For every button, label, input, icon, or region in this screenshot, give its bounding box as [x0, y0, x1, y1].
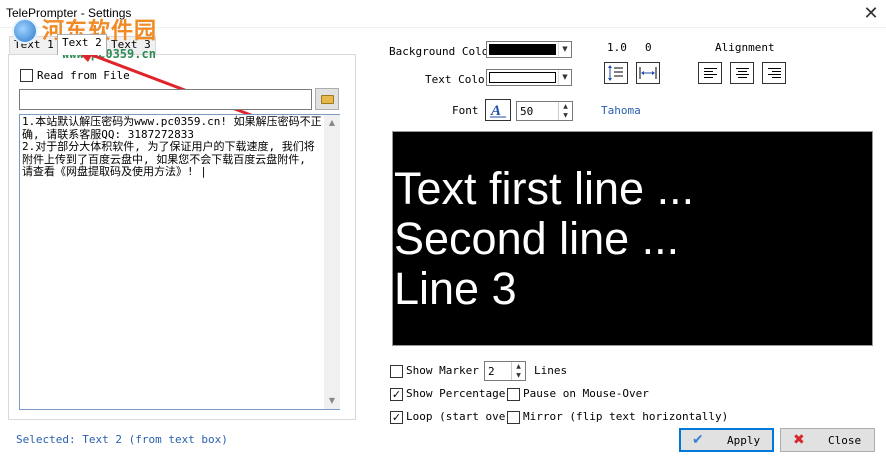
- script-text-content[interactable]: 1.本站默认解压密码为www.pc0359.cn! 如果解压密码不正确, 请联系…: [22, 115, 322, 179]
- script-text-area[interactable]: 1.本站默认解压密码为www.pc0359.cn! 如果解压密码不正确, 请联系…: [19, 114, 340, 410]
- line-spacing-icon: [608, 65, 623, 81]
- font-size-stepper[interactable]: 50 ▲ ▼: [516, 101, 573, 121]
- preview-line: Line 3: [394, 263, 517, 314]
- font-picker-button[interactable]: A: [485, 99, 511, 121]
- apply-label: Apply: [727, 434, 761, 447]
- align-center-button[interactable]: [730, 62, 754, 84]
- font-label: Font: [452, 104, 479, 117]
- background-color-picker[interactable]: ▼: [486, 41, 572, 58]
- line-spacing-button[interactable]: [604, 62, 628, 84]
- align-left-button[interactable]: [698, 62, 722, 84]
- read-from-file-checkbox[interactable]: [20, 69, 33, 82]
- red-x-icon: ✖: [793, 432, 805, 448]
- close-label: Close: [828, 434, 862, 447]
- char-spacing-button[interactable]: [636, 62, 660, 84]
- scroll-up-icon[interactable]: ▲: [324, 115, 340, 131]
- pause-mouse-over-label: Pause on Mouse-Over: [523, 387, 649, 400]
- pause-mouse-over-checkbox[interactable]: [507, 388, 520, 401]
- marker-lines-label: Lines: [534, 364, 568, 377]
- close-button[interactable]: ✖ Close: [780, 428, 875, 452]
- show-percentage-label: Show Percentage: [406, 387, 506, 400]
- loop-label: Loop (start over): [406, 410, 519, 423]
- text-color-swatch: [489, 72, 556, 83]
- alignment-label: Alignment: [715, 41, 775, 54]
- stepper-arrows[interactable]: ▲ ▼: [558, 102, 572, 120]
- font-size-value[interactable]: 50: [520, 105, 533, 118]
- loop-checkbox[interactable]: [390, 411, 403, 424]
- align-right-button[interactable]: [762, 62, 786, 84]
- font-name: Tahoma: [601, 104, 641, 117]
- vertical-scrollbar[interactable]: ▲ ▼: [324, 115, 340, 409]
- show-marker-checkbox[interactable]: [390, 365, 403, 378]
- background-color-label: Background Color: [389, 45, 495, 58]
- folder-open-icon: [321, 95, 334, 104]
- mirror-checkbox[interactable]: [507, 411, 520, 424]
- stepper-arrows[interactable]: ▲ ▼: [511, 362, 525, 380]
- scroll-down-icon[interactable]: ▼: [324, 393, 340, 409]
- marker-lines-stepper[interactable]: 2 ▲ ▼: [484, 361, 526, 381]
- show-marker-label: Show Marker: [406, 364, 479, 377]
- tab-text-2[interactable]: Text 2: [57, 34, 107, 55]
- browse-file-button[interactable]: [315, 88, 339, 110]
- char-spacing-value: 0: [645, 41, 652, 54]
- preview-line: Second line ...: [394, 213, 680, 264]
- chevron-down-icon: ▼: [558, 42, 571, 57]
- background-color-swatch: [489, 44, 556, 55]
- file-path-input[interactable]: [19, 89, 312, 110]
- mirror-label: Mirror (flip text horizontally): [523, 410, 729, 423]
- read-from-file-label: Read from File: [37, 69, 130, 82]
- text-color-picker[interactable]: ▼: [486, 69, 572, 86]
- char-spacing-icon: [639, 67, 657, 79]
- marker-lines-value[interactable]: 2: [488, 365, 495, 378]
- preview-panel: Text first line ... Second line ... Line…: [392, 131, 873, 346]
- checkmark-icon: ✔: [692, 432, 704, 448]
- show-percentage-checkbox[interactable]: [390, 388, 403, 401]
- chevron-down-icon: ▼: [558, 70, 571, 85]
- font-picker-icon: A: [490, 103, 506, 119]
- status-text: Selected: Text 2 (from text box): [16, 433, 228, 446]
- preview-line: Text first line ...: [394, 163, 695, 214]
- line-spacing-value: 1.0: [607, 41, 627, 54]
- text-color-label: Text Color: [425, 73, 492, 86]
- apply-button[interactable]: ✔ Apply: [679, 428, 774, 452]
- tab-label: Text 2: [62, 36, 102, 49]
